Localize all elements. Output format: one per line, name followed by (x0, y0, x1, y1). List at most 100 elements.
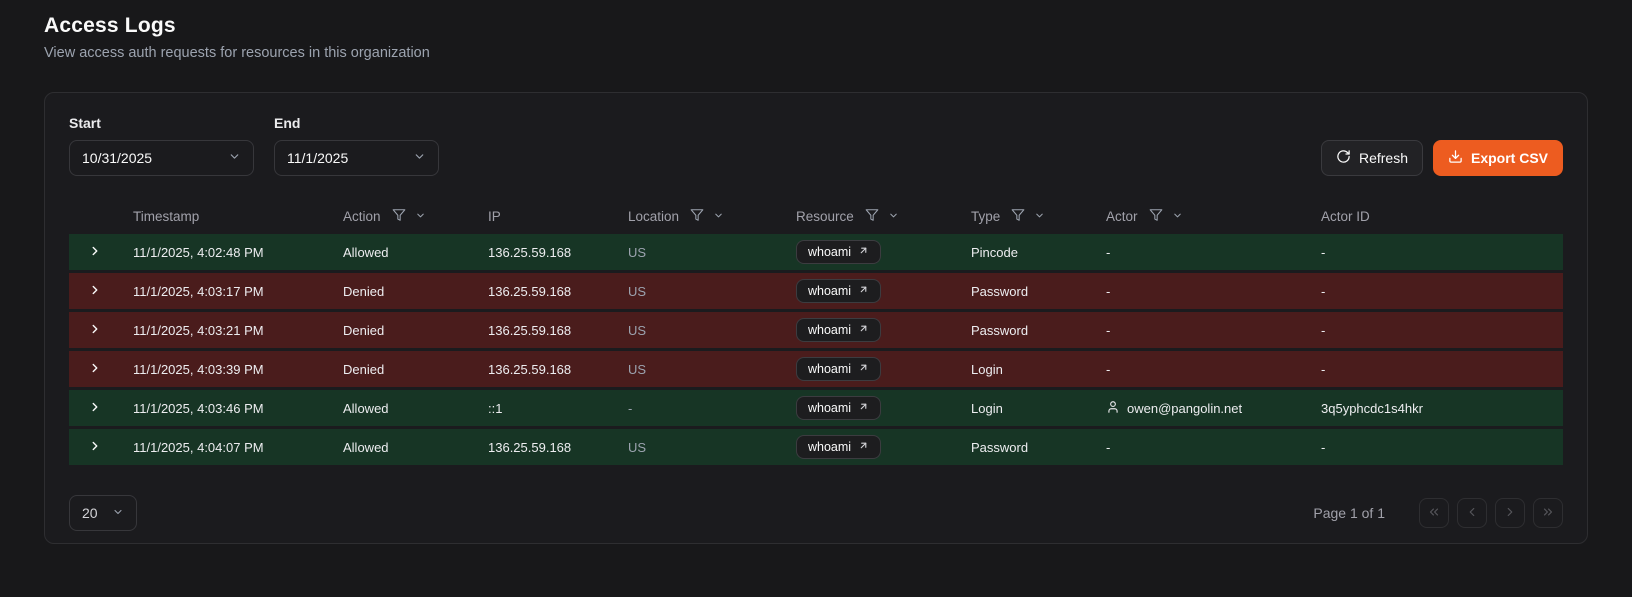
column-header: IP (476, 209, 616, 224)
page-title: Access Logs (44, 14, 1588, 38)
filter-icon[interactable] (1149, 208, 1163, 225)
expand-cell (69, 396, 121, 421)
chevrons-left-icon (1427, 505, 1441, 522)
export-csv-label: Export CSV (1471, 150, 1548, 166)
resource-link[interactable]: whoami (796, 357, 881, 381)
resource-link[interactable]: whoami (796, 279, 881, 303)
next-page-button[interactable] (1495, 498, 1525, 528)
actor-id-cell: - (1309, 323, 1563, 338)
action-cell: Allowed (331, 440, 476, 455)
timestamp-cell: 11/1/2025, 4:03:39 PM (121, 362, 331, 377)
actor-id-cell: - (1309, 362, 1563, 377)
end-date-select[interactable]: 11/1/2025 (274, 140, 439, 176)
user-icon (1106, 400, 1120, 417)
start-date-select[interactable]: 10/31/2025 (69, 140, 254, 176)
ip-cell: 136.25.59.168 (476, 323, 616, 338)
table-row[interactable]: 11/1/2025, 4:03:46 PM Allowed ::1 - whoa… (69, 390, 1563, 426)
previous-page-button[interactable] (1457, 498, 1487, 528)
page-info: Page 1 of 1 (1313, 505, 1385, 521)
table-row[interactable]: 11/1/2025, 4:03:39 PM Denied 136.25.59.1… (69, 351, 1563, 387)
column-header: Actor (1094, 208, 1309, 225)
download-icon (1448, 149, 1463, 167)
expand-row-button[interactable] (84, 318, 106, 343)
chevron-down-icon[interactable] (415, 209, 426, 224)
resource-cell: whoami (784, 435, 959, 459)
expand-cell (69, 279, 121, 304)
date-filters: Start 10/31/2025 End 11/1/2025 (69, 115, 439, 176)
page-subtitle: View access auth requests for resources … (44, 45, 1588, 61)
filter-icon[interactable] (1011, 208, 1025, 225)
access-logs-page: Access Logs View access auth requests fo… (0, 0, 1632, 544)
actor-value: owen@pangolin.net (1127, 401, 1242, 416)
type-cell: Login (959, 401, 1094, 416)
chevron-down-icon (112, 505, 124, 521)
refresh-button[interactable]: Refresh (1321, 140, 1423, 176)
type-cell: Password (959, 323, 1094, 338)
filter-icon[interactable] (865, 208, 879, 225)
external-link-icon (858, 362, 869, 376)
chevron-down-icon[interactable] (888, 209, 899, 224)
filter-controls (1149, 208, 1183, 225)
actor-value: - (1106, 284, 1110, 299)
refresh-icon (1336, 149, 1351, 167)
last-page-button[interactable] (1533, 498, 1563, 528)
external-link-icon (858, 323, 869, 337)
column-label: Actor ID (1321, 209, 1370, 224)
chevron-down-icon[interactable] (1172, 209, 1183, 224)
access-logs-table: Timestamp Action IP Location Resource Ty… (69, 198, 1563, 465)
chevron-left-icon (1465, 505, 1479, 522)
action-cell: Allowed (331, 245, 476, 260)
timestamp-cell: 11/1/2025, 4:03:17 PM (121, 284, 331, 299)
column-header: Location (616, 208, 784, 225)
location-cell: - (616, 401, 784, 416)
filter-icon[interactable] (392, 208, 406, 225)
resource-link[interactable]: whoami (796, 318, 881, 342)
chevrons-right-icon (1541, 505, 1555, 522)
filter-icon[interactable] (690, 208, 704, 225)
export-csv-button[interactable]: Export CSV (1433, 140, 1563, 176)
expand-row-button[interactable] (84, 396, 106, 421)
chevron-right-icon (88, 361, 102, 378)
toolbar: Start 10/31/2025 End 11/1/2025 (69, 115, 1563, 176)
type-cell: Password (959, 440, 1094, 455)
page-size-select[interactable]: 20 (69, 495, 137, 531)
start-label: Start (69, 115, 254, 131)
resource-name: whoami (808, 401, 851, 415)
table-row[interactable]: 11/1/2025, 4:04:07 PM Allowed 136.25.59.… (69, 429, 1563, 465)
action-cell: Allowed (331, 401, 476, 416)
expand-row-button[interactable] (84, 240, 106, 265)
chevron-down-icon[interactable] (713, 209, 724, 224)
chevron-right-icon (88, 400, 102, 417)
resource-link[interactable]: whoami (796, 240, 881, 264)
resource-link[interactable]: whoami (796, 396, 881, 420)
resource-name: whoami (808, 362, 851, 376)
actor-value: - (1106, 440, 1110, 455)
end-label: End (274, 115, 439, 131)
first-page-button[interactable] (1419, 498, 1449, 528)
filter-controls (865, 208, 899, 225)
ip-cell: 136.25.59.168 (476, 284, 616, 299)
table-row[interactable]: 11/1/2025, 4:02:48 PM Allowed 136.25.59.… (69, 234, 1563, 270)
location-cell: US (616, 323, 784, 338)
column-label: Actor (1106, 209, 1138, 224)
expand-row-button[interactable] (84, 357, 106, 382)
chevron-down-icon[interactable] (1034, 209, 1045, 224)
external-link-icon (858, 440, 869, 454)
actor-id-cell: 3q5yphcdc1s4hkr (1309, 401, 1563, 416)
table-row[interactable]: 11/1/2025, 4:03:21 PM Denied 136.25.59.1… (69, 312, 1563, 348)
chevron-right-icon (88, 322, 102, 339)
expand-row-button[interactable] (84, 279, 106, 304)
column-header: Action (331, 208, 476, 225)
ip-cell: 136.25.59.168 (476, 245, 616, 260)
page-size-value: 20 (82, 505, 98, 521)
resource-link[interactable]: whoami (796, 435, 881, 459)
action-cell: Denied (331, 323, 476, 338)
table-row[interactable]: 11/1/2025, 4:03:17 PM Denied 136.25.59.1… (69, 273, 1563, 309)
actor-cell: owen@pangolin.net (1094, 400, 1309, 417)
external-link-icon (858, 401, 869, 415)
expand-row-button[interactable] (84, 435, 106, 460)
access-logs-card: Start 10/31/2025 End 11/1/2025 (44, 92, 1588, 544)
actor-cell: - (1094, 323, 1309, 338)
location-cell: US (616, 245, 784, 260)
expand-cell (69, 435, 121, 460)
